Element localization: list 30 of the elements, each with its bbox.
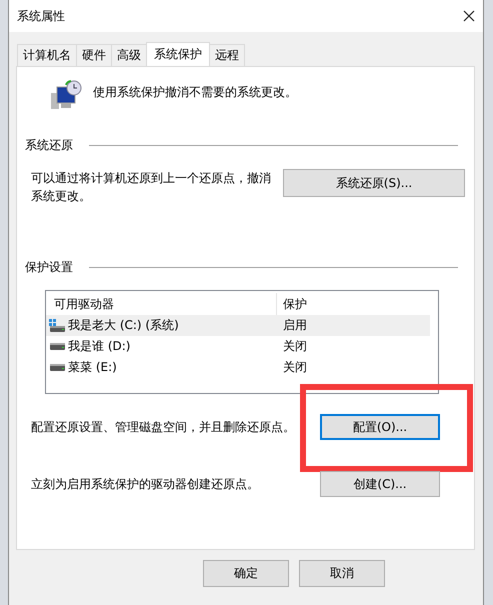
protection-status: 关闭 xyxy=(282,359,308,376)
drive-icon xyxy=(49,364,65,372)
dialog-button[interactable]: 确定 xyxy=(203,560,289,587)
column-header[interactable]: 保护 xyxy=(277,293,430,315)
computer-restore-icon xyxy=(49,79,83,111)
intro-text: 使用系统保护撤消不需要的系统更改。 xyxy=(93,84,297,100)
tab[interactable]: 计算机名 xyxy=(17,44,77,66)
tab[interactable]: 远程 xyxy=(209,44,245,66)
drive-icon xyxy=(49,342,65,350)
tab[interactable]: 系统保护 xyxy=(146,42,210,66)
close-icon[interactable] xyxy=(463,10,475,22)
system-drive-icon xyxy=(49,318,65,332)
protection-status: 启用 xyxy=(282,317,308,334)
drive-name: 我是老大 (C:) (系统) xyxy=(68,317,179,334)
window-title: 系统属性 xyxy=(17,8,65,24)
drive-name: 我是谁 (D:) xyxy=(68,338,130,355)
dialog-button[interactable]: 取消 xyxy=(299,560,385,587)
drive-row[interactable]: 我是谁 (D:) 关闭 xyxy=(46,336,430,357)
protection-status: 关闭 xyxy=(282,338,308,355)
drive-row[interactable]: 菜菜 (E:) 关闭 xyxy=(46,357,430,378)
action-button[interactable]: 配置(O)... xyxy=(320,414,440,440)
drive-row[interactable]: 我是老大 (C:) (系统) 启用 xyxy=(46,315,430,336)
group-title: 系统还原 xyxy=(25,137,73,154)
group-title: 保护设置 xyxy=(25,259,73,276)
drive-name: 菜菜 (E:) xyxy=(68,359,117,376)
system-restore-button[interactable]: 系统还原(S)... xyxy=(283,169,465,197)
restore-description: 可以通过将计算机还原到上一个还原点，撤消系统更改。 xyxy=(31,170,272,205)
action-description: 立刻为启用系统保护的驱动器创建还原点。 xyxy=(31,476,259,492)
action-button[interactable]: 创建(C)... xyxy=(320,471,440,497)
action-description: 配置还原设置、管理磁盘空间，并且删除还原点。 xyxy=(31,418,295,436)
